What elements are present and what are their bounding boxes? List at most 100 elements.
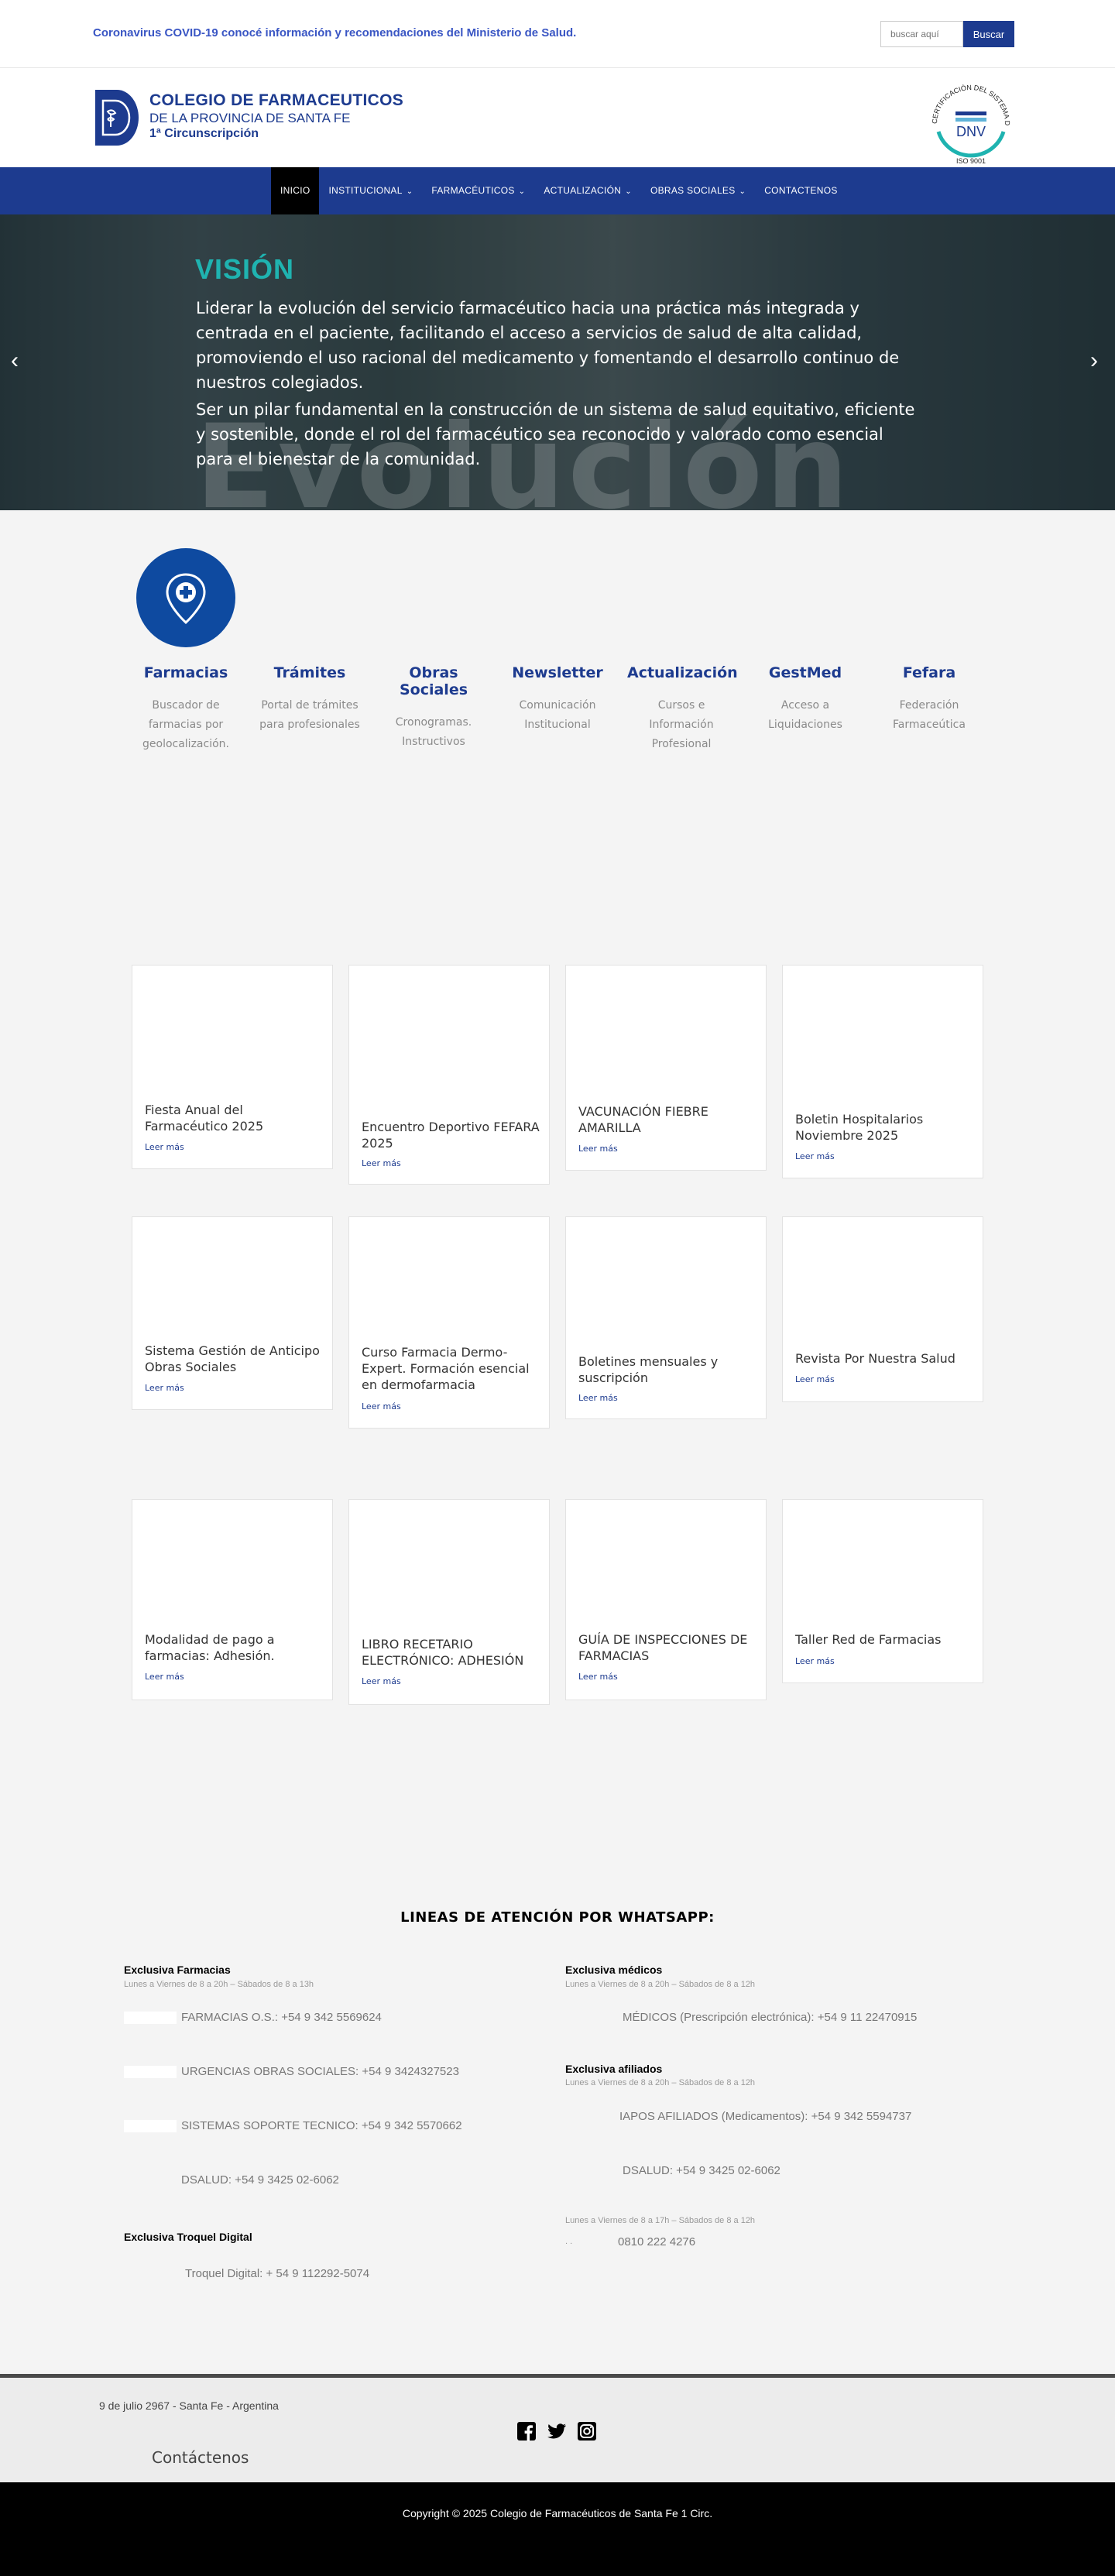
nav-item-actualizacion[interactable]: ACTUALIZACIÓN ⌄ [534,167,641,214]
hero-slider: Evolución VISIÓN Liderar la evolución de… [0,214,1115,510]
whatsapp-line[interactable]: FARMACIAS O.S.: +54 9 342 5569624 [181,2011,382,2024]
feature-desc: Cursos e Información Profesional [649,699,714,750]
news-card[interactable]: Sistema Gestión de Anticipo Obras Social… [132,1216,333,1410]
college-name: COLEGIO DE FARMACEUTICOS DE LA PROVINCIA… [149,91,403,141]
card-title: VACUNACIÓN FIEBRE AMARILLA [578,1104,708,1135]
cert-brand-text: DNV [956,124,986,139]
read-more-link[interactable]: Leer más [145,1142,184,1152]
whatsapp-line[interactable]: IAPOS AFILIADOS (Medicamentos): +54 9 34… [619,2110,911,2123]
whatsapp-line[interactable]: MÉDICOS (Prescripción electrónica): +54 … [623,2011,917,2024]
news-card[interactable]: Revista Por Nuestra Salud Leer más [782,1216,983,1402]
nav-item-institucional[interactable]: INSTITUCIONAL ⌄ [319,167,422,214]
feature-desc: Acceso a Liquidaciones [768,699,842,731]
whatsapp-line[interactable]: 0810 222 4276 [618,2235,695,2248]
chevron-right-icon[interactable]: › [1090,348,1098,374]
card-title: Encuentro Deportivo FEFARA 2025 [362,1120,540,1151]
nav-item-contactenos[interactable]: CONTACTENOS [755,167,846,214]
nav-item-label: FARMACÉUTICOS [431,185,515,196]
afiliados-hours: Lunes a Viernes de 8 a 20h – Sábados de … [565,2078,756,2087]
medicos-heading: Exclusiva médicos [565,1964,663,1976]
chevron-down-icon: ⌄ [518,187,526,196]
news-card[interactable]: Boletin Hospitalarios Noviembre 2025 Lee… [782,965,983,1178]
twitter-icon[interactable] [547,2421,567,2441]
feature-title: Trámites [273,664,346,681]
card-title: Boletin Hospitalarios Noviembre 2025 [795,1112,924,1143]
news-card[interactable]: Boletines mensuales y suscripción Leer m… [565,1216,767,1419]
whatsapp-line[interactable]: Troquel Digital: + 54 9 112292-5074 [185,2267,369,2280]
feature-farmacias[interactable]: Farmacias Buscador de farmacias por geol… [132,664,240,754]
nav-item-obras-sociales[interactable]: OBRAS SOCIALES ⌄ [641,167,755,214]
read-more-link[interactable]: Leer más [362,1158,401,1168]
search-button[interactable]: Buscar [963,21,1014,47]
card-title: Taller Red de Farmacias [795,1632,942,1647]
nav-item-inicio[interactable]: INICIO [271,167,320,214]
feature-actualizacion[interactable]: Actualización Cursos e Información Profe… [627,664,738,754]
chevron-down-icon: ⌄ [625,187,632,196]
feature-desc: Cronogramas. Instructivos [395,716,472,748]
troquel-heading: Exclusiva Troquel Digital [124,2231,252,2243]
search-input[interactable] [880,21,963,47]
farmacias-heading: Exclusiva Farmacias [124,1964,231,1976]
read-more-link[interactable]: Leer más [362,1676,401,1686]
news-card[interactable]: Curso Farmacia Dermo-Expert. Formación e… [348,1216,550,1429]
farmacias-location-icon[interactable] [136,548,235,647]
feature-title: Fefara [902,664,956,681]
feature-obras-sociales[interactable]: Obras Sociales Cronogramas. Instructivos [379,664,488,752]
read-more-link[interactable]: Leer más [362,1401,401,1411]
hero-title: VISIÓN [195,253,295,285]
farmacias-hours: Lunes a Viernes de 8 a 20h – Sábados de … [124,1980,314,1989]
chevron-down-icon: ⌄ [406,187,413,196]
nav-item-label: INICIO [280,185,310,196]
site-header: COLEGIO DE FARMACEUTICOS DE LA PROVINCIA… [0,68,1115,167]
nav-item-label: ACTUALIZACIÓN [544,185,622,196]
read-more-link[interactable]: Leer más [578,1393,618,1403]
card-title: LIBRO RECETARIO ELECTRÓNICO: ADHESIÓN [362,1637,524,1668]
news-card[interactable]: GUÍA DE INSPECCIONES DE FARMACIAS Leer m… [565,1499,767,1700]
news-card[interactable]: LIBRO RECETARIO ELECTRÓNICO: ADHESIÓN Le… [348,1499,550,1705]
read-more-link[interactable]: Leer más [795,1374,835,1384]
instagram-icon[interactable] [577,2421,597,2441]
news-card[interactable]: VACUNACIÓN FIEBRE AMARILLA Leer más [565,965,767,1171]
whatsapp-line[interactable]: SISTEMAS SOPORTE TECNICO: +54 9 342 5570… [181,2119,462,2132]
read-more-link[interactable]: Leer más [145,1383,184,1393]
feature-desc: Portal de trámites para profesionales [259,699,360,731]
whatsapp-line[interactable]: DSALUD: +54 9 3425 02-6062 [181,2173,339,2187]
news-card[interactable]: Modalidad de pago a farmacias: Adhesión.… [132,1499,333,1700]
footer-contact-link[interactable]: Contáctenos [152,2448,249,2467]
college-name-line2: DE LA PROVINCIA DE SANTA FE [149,111,351,125]
read-more-link[interactable]: Leer más [795,1151,835,1161]
news-card[interactable]: Encuentro Deportivo FEFARA 2025 Leer más [348,965,550,1185]
college-logo-icon[interactable] [95,90,139,146]
read-more-link[interactable]: Leer más [795,1656,835,1666]
card-title: Fiesta Anual del Farmacéutico 2025 [145,1103,264,1134]
cert-iso-text: ISO 9001 [956,157,986,165]
card-title: Curso Farmacia Dermo-Expert. Formación e… [362,1345,530,1392]
news-card[interactable]: Taller Red de Farmacias Leer más [782,1499,983,1683]
card-title: Revista Por Nuestra Salud [795,1351,955,1366]
whatsapp-icon [124,2012,177,2024]
feature-desc: Federación Farmaceútica [893,699,966,731]
feature-gestmed[interactable]: GestMed Acceso a Liquidaciones [751,664,859,735]
facebook-icon[interactable] [516,2421,537,2441]
nav-item-label: OBRAS SOCIALES [650,185,736,196]
whatsapp-line[interactable]: DSALUD: +54 9 3425 02-6062 [623,2164,780,2177]
nav-item-farmaceuticos[interactable]: FARMACÉUTICOS ⌄ [422,167,534,214]
feature-tramites[interactable]: Trámites Portal de trámites para profesi… [256,664,364,735]
news-card[interactable]: Fiesta Anual del Farmacéutico 2025 Leer … [132,965,333,1169]
feature-title: Newsletter [512,664,603,681]
chevron-left-icon[interactable]: ‹ [11,348,19,374]
read-more-link[interactable]: Leer más [145,1672,184,1682]
card-title: Boletines mensuales y suscripción [578,1354,719,1385]
read-more-link[interactable]: Leer más [578,1144,618,1154]
feature-fefara[interactable]: Fefara Federación Farmaceútica [875,664,983,735]
whatsapp-line[interactable]: URGENCIAS OBRAS SOCIALES: +54 9 34243275… [181,2065,459,2078]
college-name-line3: 1ª Circunscripción [149,127,259,140]
top-bar: Coronavirus COVID-19 conocé información … [0,0,1115,68]
read-more-link[interactable]: Leer más [578,1672,618,1682]
afiliados-heading: Exclusiva afiliados [565,2063,663,2075]
extra-hours: Lunes a Viernes de 8 a 17h – Sábados de … [565,2216,756,2225]
whatsapp-icon [124,2066,177,2078]
feature-newsletter[interactable]: Newsletter Comunicación Institucional [503,664,612,735]
covid-info-link[interactable]: Coronavirus COVID-19 conocé información … [93,26,576,39]
feature-desc: Comunicación Institucional [519,699,596,731]
